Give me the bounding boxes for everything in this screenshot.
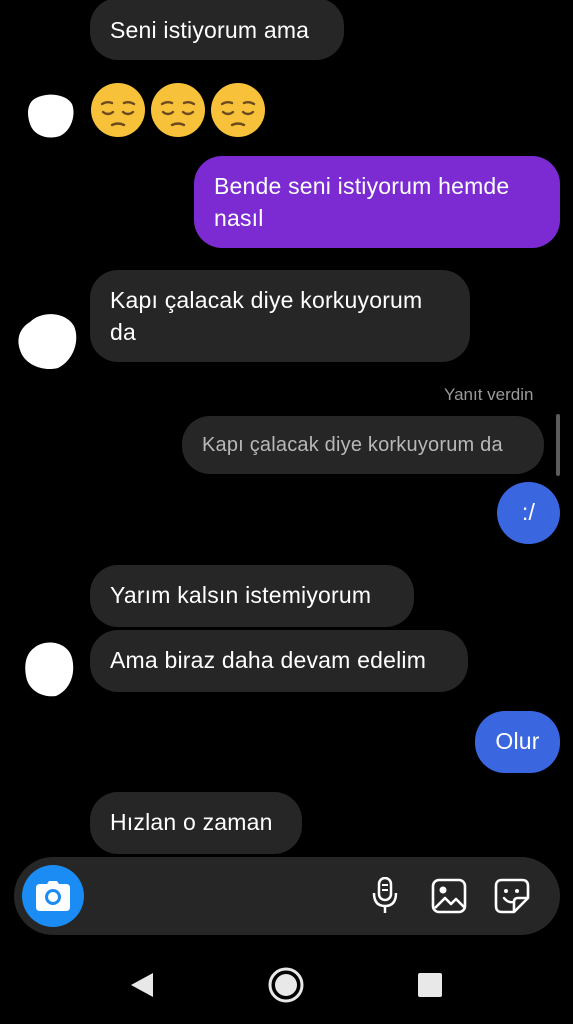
quoted-reply[interactable]: Kapı çalacak diye korkuyorum da	[182, 416, 544, 474]
outgoing-message[interactable]: Bende seni istiyorum hemde nasıl	[194, 156, 560, 248]
microphone-button[interactable]	[365, 876, 405, 916]
pensive-face-icon	[91, 83, 145, 137]
message-text: Ama biraz daha devam edelim	[110, 647, 427, 673]
pensive-face-icon	[211, 83, 265, 137]
incoming-message[interactable]: Hızlan o zaman	[90, 792, 302, 854]
recents-button[interactable]	[410, 965, 450, 1005]
message-text: Seni istiyorum ama	[110, 17, 310, 43]
message-text: Hızlan o zaman	[110, 809, 273, 835]
message-composer[interactable]	[14, 857, 560, 935]
message-text: Olur	[495, 728, 540, 754]
reply-indicator-bar	[556, 414, 560, 476]
avatar[interactable]	[16, 308, 80, 372]
home-button[interactable]	[266, 965, 306, 1005]
message-text: Yarım kalsın istemiyorum	[110, 582, 372, 608]
incoming-message[interactable]: Kapı çalacak diye korkuyorum da	[90, 270, 470, 362]
sticker-icon	[494, 878, 530, 914]
system-nav-bar	[0, 945, 573, 1024]
camera-icon	[36, 881, 70, 911]
back-button[interactable]	[122, 965, 162, 1005]
emoji-message[interactable]	[90, 82, 270, 140]
pensive-face-icon	[151, 83, 205, 137]
reply-label: Yanıt verdin	[444, 385, 534, 404]
sticker-button[interactable]	[492, 876, 532, 916]
outgoing-message[interactable]: Olur	[475, 711, 560, 773]
camera-button[interactable]	[22, 865, 84, 927]
message-text: :/	[521, 499, 536, 525]
microphone-icon	[372, 877, 398, 913]
outgoing-message[interactable]: :/	[497, 482, 560, 544]
message-text: Bende seni istiyorum hemde nasıl	[214, 173, 510, 231]
home-circle-icon	[268, 967, 304, 1003]
incoming-message[interactable]: Seni istiyorum ama	[90, 0, 344, 60]
message-text: Kapı çalacak diye korkuyorum da	[110, 287, 423, 345]
avatar[interactable]	[22, 638, 76, 698]
back-triangle-icon	[131, 973, 153, 997]
quoted-text: Kapı çalacak diye korkuyorum da	[202, 434, 503, 456]
image-icon	[431, 878, 467, 914]
gallery-button[interactable]	[429, 876, 469, 916]
incoming-message[interactable]: Ama biraz daha devam edelim	[90, 630, 468, 692]
incoming-message[interactable]: Yarım kalsın istemiyorum	[90, 565, 414, 627]
recents-square-icon	[418, 973, 442, 997]
avatar[interactable]	[26, 90, 76, 140]
